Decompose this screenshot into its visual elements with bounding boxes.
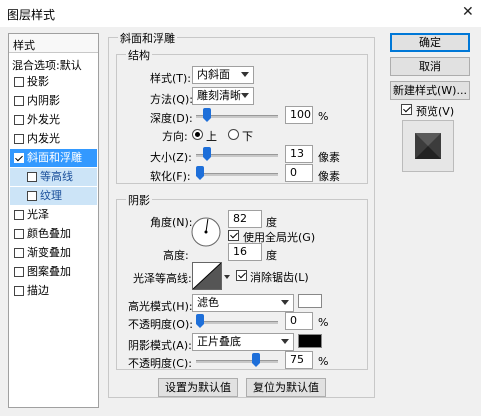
contour-checkbox[interactable] xyxy=(27,172,37,182)
highlight-opacity-unit: % xyxy=(318,316,329,329)
preview-checkbox[interactable] xyxy=(401,104,412,115)
depth-input[interactable]: 100 xyxy=(285,106,313,124)
altitude-unit: 度 xyxy=(266,249,277,262)
angle-unit: 度 xyxy=(266,216,277,229)
style-item-inner-glow[interactable]: 内发光 xyxy=(10,130,97,148)
size-slider-thumb[interactable] xyxy=(202,147,211,161)
style-item-contour[interactable]: 等高线 xyxy=(10,168,97,186)
set-default-button[interactable]: 设置为默认值 xyxy=(158,378,238,397)
global-light-checkbox[interactable] xyxy=(228,230,239,241)
cancel-button[interactable]: 取消 xyxy=(390,57,470,76)
technique-dropdown[interactable]: 雕刻清晰 xyxy=(192,87,254,105)
shadow-mode-label: 阴影模式(A): xyxy=(128,339,192,352)
ok-button[interactable]: 确定 xyxy=(390,33,470,52)
preview-label: 预览(V) xyxy=(416,105,455,118)
soften-slider-thumb[interactable] xyxy=(196,166,204,180)
drop-shadow-checkbox[interactable] xyxy=(14,77,24,87)
shadow-opacity-input[interactable]: 75 xyxy=(285,351,313,369)
depth-unit: % xyxy=(318,110,329,123)
soften-unit: 像素 xyxy=(318,170,340,183)
highlight-opacity-label: 不透明度(O): xyxy=(128,318,193,331)
depth-label: 深度(D): xyxy=(150,112,193,125)
bevel-emboss-checkbox[interactable] xyxy=(14,153,24,163)
chevron-down-icon xyxy=(281,300,289,305)
style-label: 样式(T): xyxy=(150,72,192,85)
shadow-opacity-label: 不透明度(C): xyxy=(128,357,192,370)
style-item-texture[interactable]: 纹理 xyxy=(10,187,97,205)
chevron-down-icon xyxy=(281,339,289,344)
altitude-label: 高度: xyxy=(163,249,189,262)
shadow-opacity-thumb[interactable] xyxy=(251,353,260,367)
blend-options-item[interactable]: 混合选项:默认 xyxy=(9,55,98,73)
new-style-button[interactable]: 新建样式(W)... xyxy=(390,81,470,100)
chevron-down-icon xyxy=(241,72,249,77)
window-title: 图层样式 xyxy=(7,8,56,22)
angle-label: 角度(N): xyxy=(150,216,193,229)
highlight-mode-label: 高光模式(H): xyxy=(128,300,193,313)
shadow-mode-dropdown[interactable]: 正片叠底 xyxy=(192,333,294,351)
direction-label: 方向: xyxy=(162,130,188,143)
style-item-inner-shadow[interactable]: 内阴影 xyxy=(10,92,97,110)
close-icon[interactable]: ✕ xyxy=(462,4,474,20)
gloss-contour-picker[interactable] xyxy=(192,262,222,290)
soften-slider-track[interactable] xyxy=(196,173,278,176)
stroke-checkbox[interactable] xyxy=(14,286,24,296)
inner-shadow-checkbox[interactable] xyxy=(14,96,24,106)
chevron-down-icon xyxy=(241,93,249,98)
shadow-color-swatch[interactable] xyxy=(298,334,322,348)
highlight-opacity-thumb[interactable] xyxy=(196,314,204,328)
antialias-label: 消除锯齿(L) xyxy=(250,271,309,284)
reset-default-button[interactable]: 复位为默认值 xyxy=(246,378,326,397)
style-item-drop-shadow[interactable]: 投影 xyxy=(10,73,97,91)
direction-up-label: 上 xyxy=(206,130,217,143)
preview-image xyxy=(415,133,441,159)
highlight-color-swatch[interactable] xyxy=(298,294,322,308)
shading-title: 阴影 xyxy=(126,192,152,208)
direction-down-radio[interactable] xyxy=(228,129,239,140)
size-label: 大小(Z): xyxy=(150,151,192,164)
direction-up-radio[interactable] xyxy=(192,129,203,140)
bevel-emboss-title: 斜面和浮雕 xyxy=(118,30,177,46)
gloss-contour-label: 光泽等高线: xyxy=(133,272,192,285)
chevron-down-icon[interactable] xyxy=(224,275,230,279)
shadow-opacity-track[interactable] xyxy=(196,360,278,363)
angle-input[interactable]: 82 xyxy=(228,210,262,228)
highlight-opacity-input[interactable]: 0 xyxy=(285,312,313,330)
direction-down-label: 下 xyxy=(242,130,253,143)
technique-label: 方法(Q): xyxy=(150,93,193,106)
satin-checkbox[interactable] xyxy=(14,210,24,220)
style-item-gradient-overlay[interactable]: 渐变叠加 xyxy=(10,244,97,262)
style-list-header[interactable]: 样式 xyxy=(9,34,98,53)
pattern-overlay-checkbox[interactable] xyxy=(14,267,24,277)
structure-title: 结构 xyxy=(126,47,152,63)
depth-slider-thumb[interactable] xyxy=(203,108,212,122)
texture-checkbox[interactable] xyxy=(27,191,37,201)
title-bar xyxy=(0,0,481,27)
style-item-satin[interactable]: 光泽 xyxy=(10,206,97,224)
style-list: 样式 混合选项:默认 投影 内阴影 外发光 内发光 斜面和浮雕 等高线 纹理 光… xyxy=(8,33,99,408)
highlight-mode-dropdown[interactable]: 滤色 xyxy=(192,294,294,312)
style-dropdown[interactable]: 内斜面 xyxy=(192,66,254,84)
style-item-pattern-overlay[interactable]: 图案叠加 xyxy=(10,263,97,281)
size-input[interactable]: 13 xyxy=(285,145,313,163)
preview-thumbnail xyxy=(402,120,454,172)
inner-glow-checkbox[interactable] xyxy=(14,134,24,144)
outer-glow-checkbox[interactable] xyxy=(14,115,24,125)
angle-dial[interactable] xyxy=(190,216,222,248)
altitude-input[interactable]: 16 xyxy=(228,243,262,261)
soften-label: 软化(F): xyxy=(150,170,191,183)
size-unit: 像素 xyxy=(318,151,340,164)
contour-curve-icon xyxy=(192,262,222,290)
antialias-checkbox[interactable] xyxy=(236,270,247,281)
soften-input[interactable]: 0 xyxy=(285,164,313,182)
color-overlay-checkbox[interactable] xyxy=(14,229,24,239)
shadow-opacity-unit: % xyxy=(318,355,329,368)
highlight-opacity-track[interactable] xyxy=(196,321,278,324)
style-item-bevel-emboss[interactable]: 斜面和浮雕 xyxy=(10,149,97,167)
style-item-color-overlay[interactable]: 颜色叠加 xyxy=(10,225,97,243)
style-item-stroke[interactable]: 描边 xyxy=(10,282,97,300)
gradient-overlay-checkbox[interactable] xyxy=(14,248,24,258)
style-item-outer-glow[interactable]: 外发光 xyxy=(10,111,97,129)
